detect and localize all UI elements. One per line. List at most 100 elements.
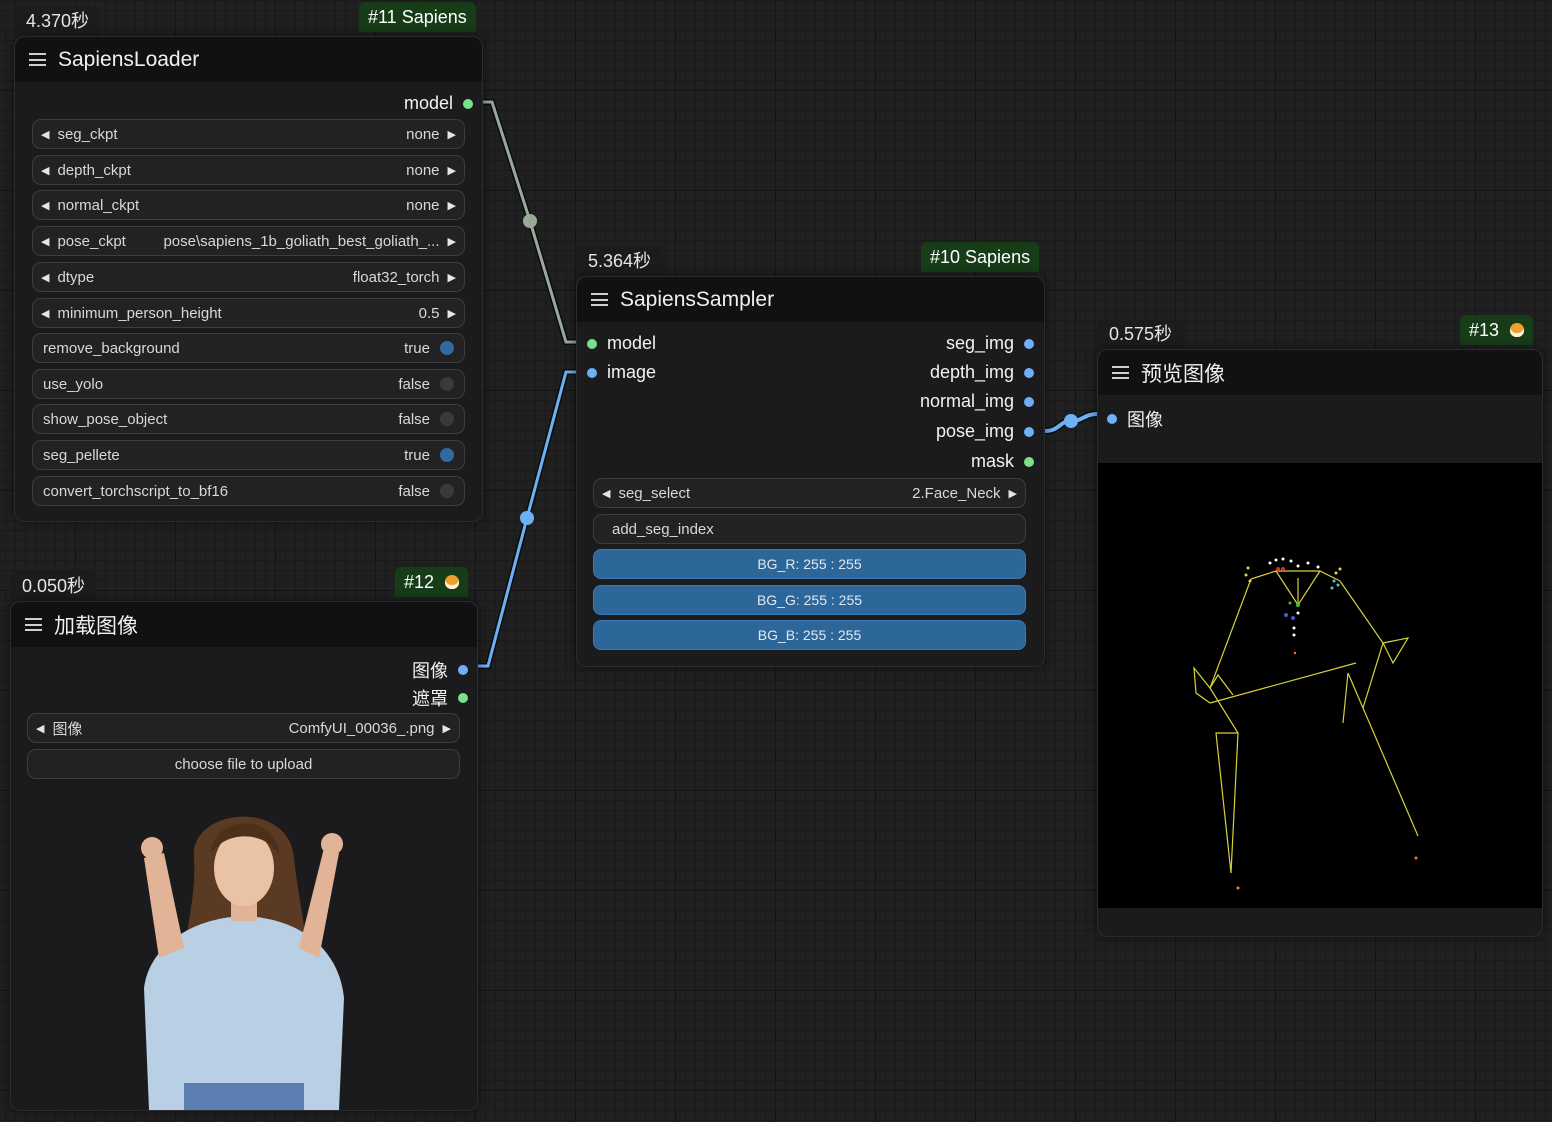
slot-dot-icon[interactable] [1024, 426, 1034, 437]
widget-label: seg_ckpt [57, 125, 118, 143]
slot-dot-icon[interactable] [458, 665, 468, 675]
arrow-left-icon[interactable]: ◀ [33, 128, 57, 141]
node12-header[interactable]: 加载图像 [11, 602, 477, 647]
widget-label: depth_ckpt [57, 161, 131, 179]
slot-label: model [607, 333, 657, 353]
arrow-right-icon[interactable]: ▶ [440, 271, 464, 284]
node11-output-model[interactable]: model [404, 93, 473, 114]
node12-output-mask[interactable]: 遮罩 [412, 685, 468, 711]
toggle-show-pose-object[interactable]: show_pose_object false [32, 404, 465, 434]
arrow-left-icon[interactable]: ◀ [594, 487, 618, 500]
widget-pose-ckpt[interactable]: ◀ pose_ckpt pose\sapiens_1b_goliath_best… [32, 226, 465, 256]
toggle-label: remove_background [43, 339, 180, 357]
pose-preview-image [1098, 463, 1542, 908]
widget-label: add_seg_index [612, 520, 714, 538]
slot-dot-icon[interactable] [458, 693, 468, 703]
widget-image-file[interactable]: ◀ 图像 ComfyUI_00036_.png ▶ [27, 713, 460, 743]
widget-seg-ckpt[interactable]: ◀ seg_ckpt none ▶ [32, 119, 465, 149]
text-add-seg-index[interactable]: add_seg_index [593, 514, 1026, 544]
arrow-right-icon[interactable]: ▶ [440, 235, 464, 248]
toggle-remove-background[interactable]: remove_background true [32, 333, 465, 363]
toggle-seg-pellete[interactable]: seg_pellete true [32, 440, 465, 470]
toggle-on-icon[interactable] [440, 341, 454, 355]
node10-output-mask[interactable]: mask [971, 451, 1034, 472]
slider-bg-b[interactable]: BG_B: 255 : 255 [593, 620, 1026, 650]
toggle-off-icon[interactable] [440, 377, 454, 391]
slot-label: normal_img [919, 391, 1014, 411]
arrow-left-icon[interactable]: ◀ [33, 307, 57, 320]
node-sapiens-sampler[interactable]: SapiensSampler model image seg_img depth… [576, 276, 1045, 667]
slider-bg-g[interactable]: BG_G: 255 : 255 [593, 585, 1026, 615]
widget-value: none [406, 161, 440, 179]
node11-exec-time: 4.370秒 [14, 6, 102, 36]
toggle-off-icon[interactable] [440, 412, 454, 426]
arrow-left-icon[interactable]: ◀ [28, 722, 52, 735]
toggle-convert-torchscript-to-bf16[interactable]: convert_torchscript_to_bf16 false [32, 476, 465, 506]
widget-seg-select[interactable]: ◀ seg_select 2.Face_Neck ▶ [593, 478, 1026, 508]
upload-button[interactable]: choose file to upload [27, 749, 460, 779]
toggle-value: false [398, 410, 430, 428]
toggle-off-icon[interactable] [440, 484, 454, 498]
widget-label: 图像 [52, 720, 83, 738]
menu-icon[interactable] [1112, 366, 1129, 379]
slot-dot-icon[interactable] [463, 98, 473, 109]
node10-output-depth-img[interactable]: depth_img [930, 362, 1034, 383]
node-load-image[interactable]: 加载图像 图像 遮罩 ◀ 图像 ComfyUI_00036_.png ▶ cho… [10, 601, 478, 1111]
widget-label: dtype [57, 268, 95, 286]
toggle-label: use_yolo [43, 375, 104, 393]
node12-badge: #12 [395, 567, 469, 597]
node12-output-image[interactable]: 图像 [412, 657, 468, 683]
node10-input-model[interactable]: model [587, 333, 656, 354]
widget-minimum-person-height[interactable]: ◀ minimum_person_height 0.5 ▶ [32, 298, 465, 328]
slot-dot-icon[interactable] [1107, 414, 1117, 424]
arrow-left-icon[interactable]: ◀ [33, 199, 57, 212]
widget-label: pose_ckpt [57, 232, 126, 250]
arrow-right-icon[interactable]: ▶ [1001, 487, 1025, 500]
node-sapiens-loader[interactable]: SapiensLoader model ◀ seg_ckpt none ▶ ◀ … [14, 36, 483, 522]
node-preview-image[interactable]: 预览图像 图像 [1097, 349, 1543, 937]
arrow-right-icon[interactable]: ▶ [435, 722, 459, 735]
menu-icon[interactable] [29, 53, 46, 66]
slot-dot-icon[interactable] [587, 367, 597, 378]
node13-title: 预览图像 [1141, 362, 1225, 386]
arrow-left-icon[interactable]: ◀ [33, 271, 57, 284]
menu-icon[interactable] [591, 293, 608, 306]
slider-bg-r[interactable]: BG_R: 255 : 255 [593, 549, 1026, 579]
node10-header[interactable]: SapiensSampler [577, 277, 1044, 322]
arrow-right-icon[interactable]: ▶ [440, 199, 464, 212]
badge-label: #12 [404, 572, 435, 592]
arrow-right-icon[interactable]: ▶ [440, 128, 464, 141]
widget-dtype[interactable]: ◀ dtype float32_torch ▶ [32, 262, 465, 292]
node13-input-image[interactable]: 图像 [1107, 406, 1163, 432]
link-pose-midpoint [1064, 414, 1078, 428]
slot-dot-icon[interactable] [1024, 338, 1034, 349]
arrow-right-icon[interactable]: ▶ [440, 307, 464, 320]
slot-dot-icon[interactable] [1024, 456, 1034, 467]
slider-label: BG_G: 255 : 255 [756, 592, 863, 608]
slot-label: mask [970, 451, 1014, 471]
node10-output-seg-img[interactable]: seg_img [946, 333, 1034, 354]
node13-header[interactable]: 预览图像 [1098, 350, 1542, 395]
node12-title: 加载图像 [54, 614, 138, 638]
toggle-on-icon[interactable] [440, 448, 454, 462]
menu-icon[interactable] [25, 618, 42, 631]
arrow-right-icon[interactable]: ▶ [440, 164, 464, 177]
slot-label: 遮罩 [412, 689, 448, 709]
node11-header[interactable]: SapiensLoader [15, 37, 482, 82]
slot-dot-icon[interactable] [1024, 396, 1034, 407]
toggle-value: true [404, 339, 430, 357]
toggle-label: show_pose_object [43, 410, 168, 428]
arrow-left-icon[interactable]: ◀ [33, 235, 57, 248]
slot-dot-icon[interactable] [1024, 367, 1034, 378]
node10-output-pose-img[interactable]: pose_img [936, 421, 1034, 442]
arrow-left-icon[interactable]: ◀ [33, 164, 57, 177]
widget-depth-ckpt[interactable]: ◀ depth_ckpt none ▶ [32, 155, 465, 185]
slot-dot-icon[interactable] [587, 338, 597, 349]
widget-value: 2.Face_Neck [912, 484, 1001, 502]
toggle-use-yolo[interactable]: use_yolo false [32, 369, 465, 399]
node10-input-image[interactable]: image [587, 362, 656, 383]
widget-value: float32_torch [352, 268, 440, 286]
node11-badge: #11 Sapiens [359, 2, 476, 32]
widget-normal-ckpt[interactable]: ◀ normal_ckpt none ▶ [32, 190, 465, 220]
node10-output-normal-img[interactable]: normal_img [920, 391, 1034, 412]
